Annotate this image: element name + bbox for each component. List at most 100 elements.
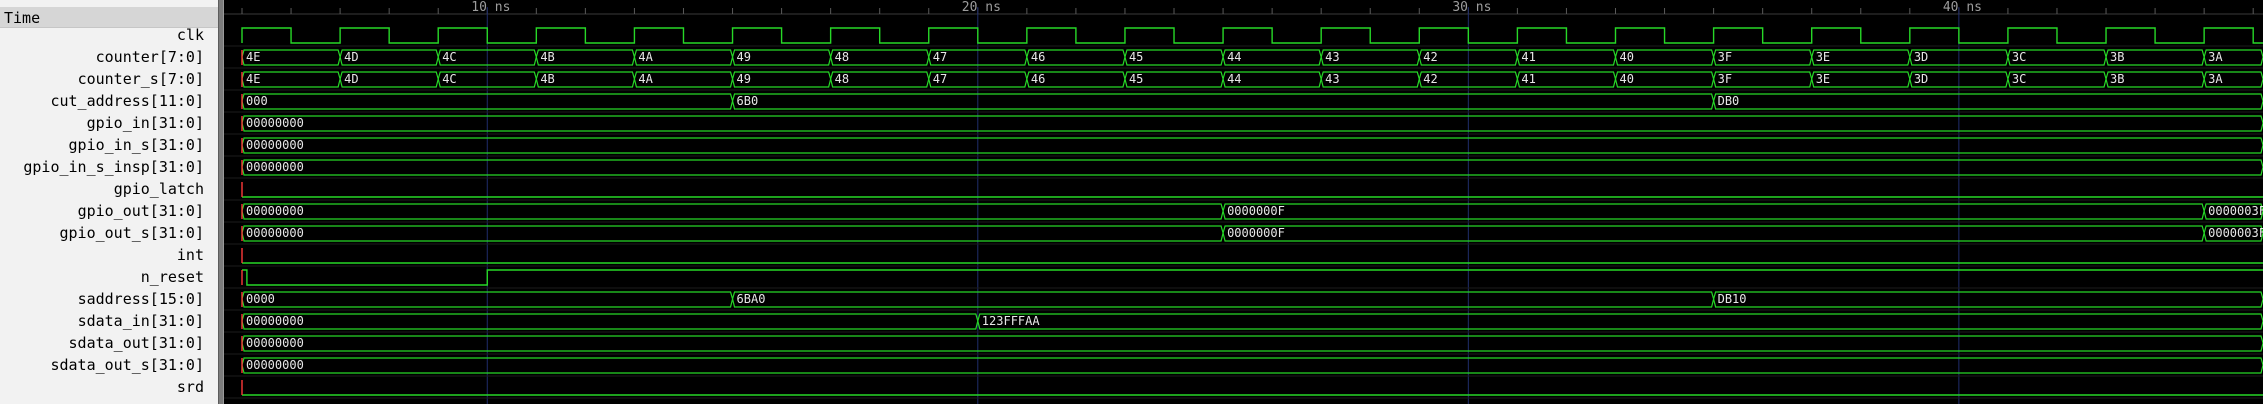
bus-value-label: 44 (1227, 72, 1241, 86)
bus-value-label: 3A (2208, 72, 2223, 86)
bus-value-label: 4B (540, 50, 554, 64)
signal-name[interactable]: gpio_in_s[31:0] (69, 135, 204, 155)
bus-segment (1222, 225, 2205, 242)
bus-value-label: DB0 (1718, 94, 1740, 108)
bus-value-label: 3D (1914, 72, 1928, 86)
signal-name[interactable]: counter[7:0] (96, 47, 204, 67)
bus-segment (241, 115, 2263, 132)
signal-name[interactable]: sdata_out_s[31:0] (50, 355, 204, 375)
bus-segment (731, 93, 1715, 110)
clk-waveform (241, 27, 2263, 44)
signal-name[interactable]: n_reset (141, 267, 204, 287)
bus-segment (241, 159, 2263, 176)
signal-name[interactable]: clk (177, 25, 204, 45)
bus-value-label: 3C (2012, 50, 2026, 64)
waveform-viewer: Time clk counter[7:0] counter_s[7:0] cut_ad… (0, 0, 2263, 404)
bus-value-label: 4A (638, 50, 653, 64)
bus-value-label: 123FFFAA (982, 314, 1041, 328)
bus-value-label: 4B (540, 72, 554, 86)
bus-segment (731, 291, 1715, 308)
bus-value-label: 3E (1816, 50, 1830, 64)
signal-name[interactable]: gpio_in_s_insp[31:0] (23, 157, 204, 177)
bus-segment (241, 313, 979, 330)
bus-value-label: 00000000 (246, 160, 304, 174)
bus-value-label: 00000000 (246, 138, 304, 152)
bus-value-label: 4E (246, 72, 260, 86)
bus-value-label: 3D (1914, 50, 1928, 64)
signal-name[interactable]: gpio_latch (114, 179, 204, 199)
signal-name[interactable]: gpio_out_s[31:0] (60, 223, 205, 243)
waveform-pane[interactable]: 10 ns 20 ns 30 ns 40 ns 4E 4D 4C 4B 4A 49 48 47 46 45… (224, 0, 2263, 404)
waveform-canvas[interactable]: 10 ns 20 ns 30 ns 40 ns 4E 4D 4C 4B 4A 49 48 47 46 45… (224, 0, 2263, 404)
bus-value-label: 6BA0 (737, 292, 766, 306)
bus-value-label: 47 (933, 72, 947, 86)
bit-waveform (242, 269, 2263, 286)
bus-value-label: 0000003F (2208, 226, 2263, 240)
bus-value-label: 00000000 (246, 204, 304, 218)
bus-value-label: 49 (737, 50, 751, 64)
bus-value-label: 3F (1718, 50, 1732, 64)
bus-value-label: 4C (442, 72, 456, 86)
bus-value-label: 4A (638, 72, 653, 86)
bus-value-label: 0000 (246, 292, 275, 306)
bus-value-label: 3B (2110, 50, 2124, 64)
bus-value-label: 41 (1521, 72, 1535, 86)
bus-segment (241, 225, 1224, 242)
bus-segment (241, 357, 2263, 374)
timescale-label: 20 ns (962, 0, 1001, 15)
bus-segment (977, 313, 2263, 330)
bus-value-label: 46 (1031, 50, 1045, 64)
signal-name[interactable]: srd (177, 377, 204, 397)
bus-value-label: 000 (246, 94, 268, 108)
bus-value-label: 3F (1718, 72, 1732, 86)
bus-value-label: 0000000F (1227, 226, 1285, 240)
bus-value-label: 44 (1227, 50, 1241, 64)
bus-value-label: 48 (835, 50, 849, 64)
bus-value-label: 43 (1325, 50, 1339, 64)
bus-segment (241, 137, 2263, 154)
bus-value-label: 00000000 (246, 336, 304, 350)
signal-name[interactable]: sdata_in[31:0] (78, 311, 204, 331)
bus-segment (241, 335, 2263, 352)
bus-value-label: 4D (344, 72, 358, 86)
bus-value-label: 3E (1816, 72, 1830, 86)
bus-value-label: 40 (1619, 50, 1633, 64)
bus-value-label: 46 (1031, 72, 1045, 86)
bus-value-label: 0000000F (1227, 204, 1285, 218)
bus-segment (1713, 93, 2263, 110)
signal-name[interactable]: saddress[15:0] (78, 289, 204, 309)
bus-value-label: 42 (1423, 50, 1437, 64)
bus-value-label: DB10 (1718, 292, 1747, 306)
bus-value-label: 0000003F (2208, 204, 2263, 218)
bus-value-label: 41 (1521, 50, 1535, 64)
bus-value-label: 40 (1619, 72, 1633, 86)
bus-segment (1222, 203, 2205, 220)
signal-name[interactable]: gpio_in[31:0] (87, 113, 204, 133)
bus-value-label: 3B (2110, 72, 2124, 86)
bus-value-label: 42 (1423, 72, 1437, 86)
bus-value-label: 4C (442, 50, 456, 64)
bus-segment (241, 203, 1224, 220)
bus-value-label: 00000000 (246, 358, 304, 372)
bus-value-label: 6B0 (737, 94, 759, 108)
bus-value-label: 00000000 (246, 314, 304, 328)
bus-value-label: 45 (1129, 72, 1143, 86)
bus-value-label: 48 (835, 72, 849, 86)
bus-value-label: 00000000 (246, 226, 304, 240)
bus-value-label: 00000000 (246, 116, 304, 130)
bus-segment (1713, 291, 2263, 308)
bus-value-label: 49 (737, 72, 751, 86)
bus-value-label: 4D (344, 50, 358, 64)
bus-value-label: 47 (933, 50, 947, 64)
timescale-label: 40 ns (1943, 0, 1982, 15)
signal-name-pane: Time clk counter[7:0] counter_s[7:0] cut_ad… (0, 0, 218, 404)
signal-name[interactable]: sdata_out[31:0] (69, 333, 204, 353)
time-header-label: Time (4, 9, 41, 27)
bus-value-label: 43 (1325, 72, 1339, 86)
signal-name[interactable]: gpio_out[31:0] (78, 201, 204, 221)
signal-name[interactable]: cut_address[11:0] (50, 91, 204, 111)
bus-value-label: 4E (246, 50, 260, 64)
timescale-label: 30 ns (1452, 0, 1491, 15)
signal-name[interactable]: counter_s[7:0] (78, 69, 204, 89)
signal-name[interactable]: int (177, 245, 204, 265)
